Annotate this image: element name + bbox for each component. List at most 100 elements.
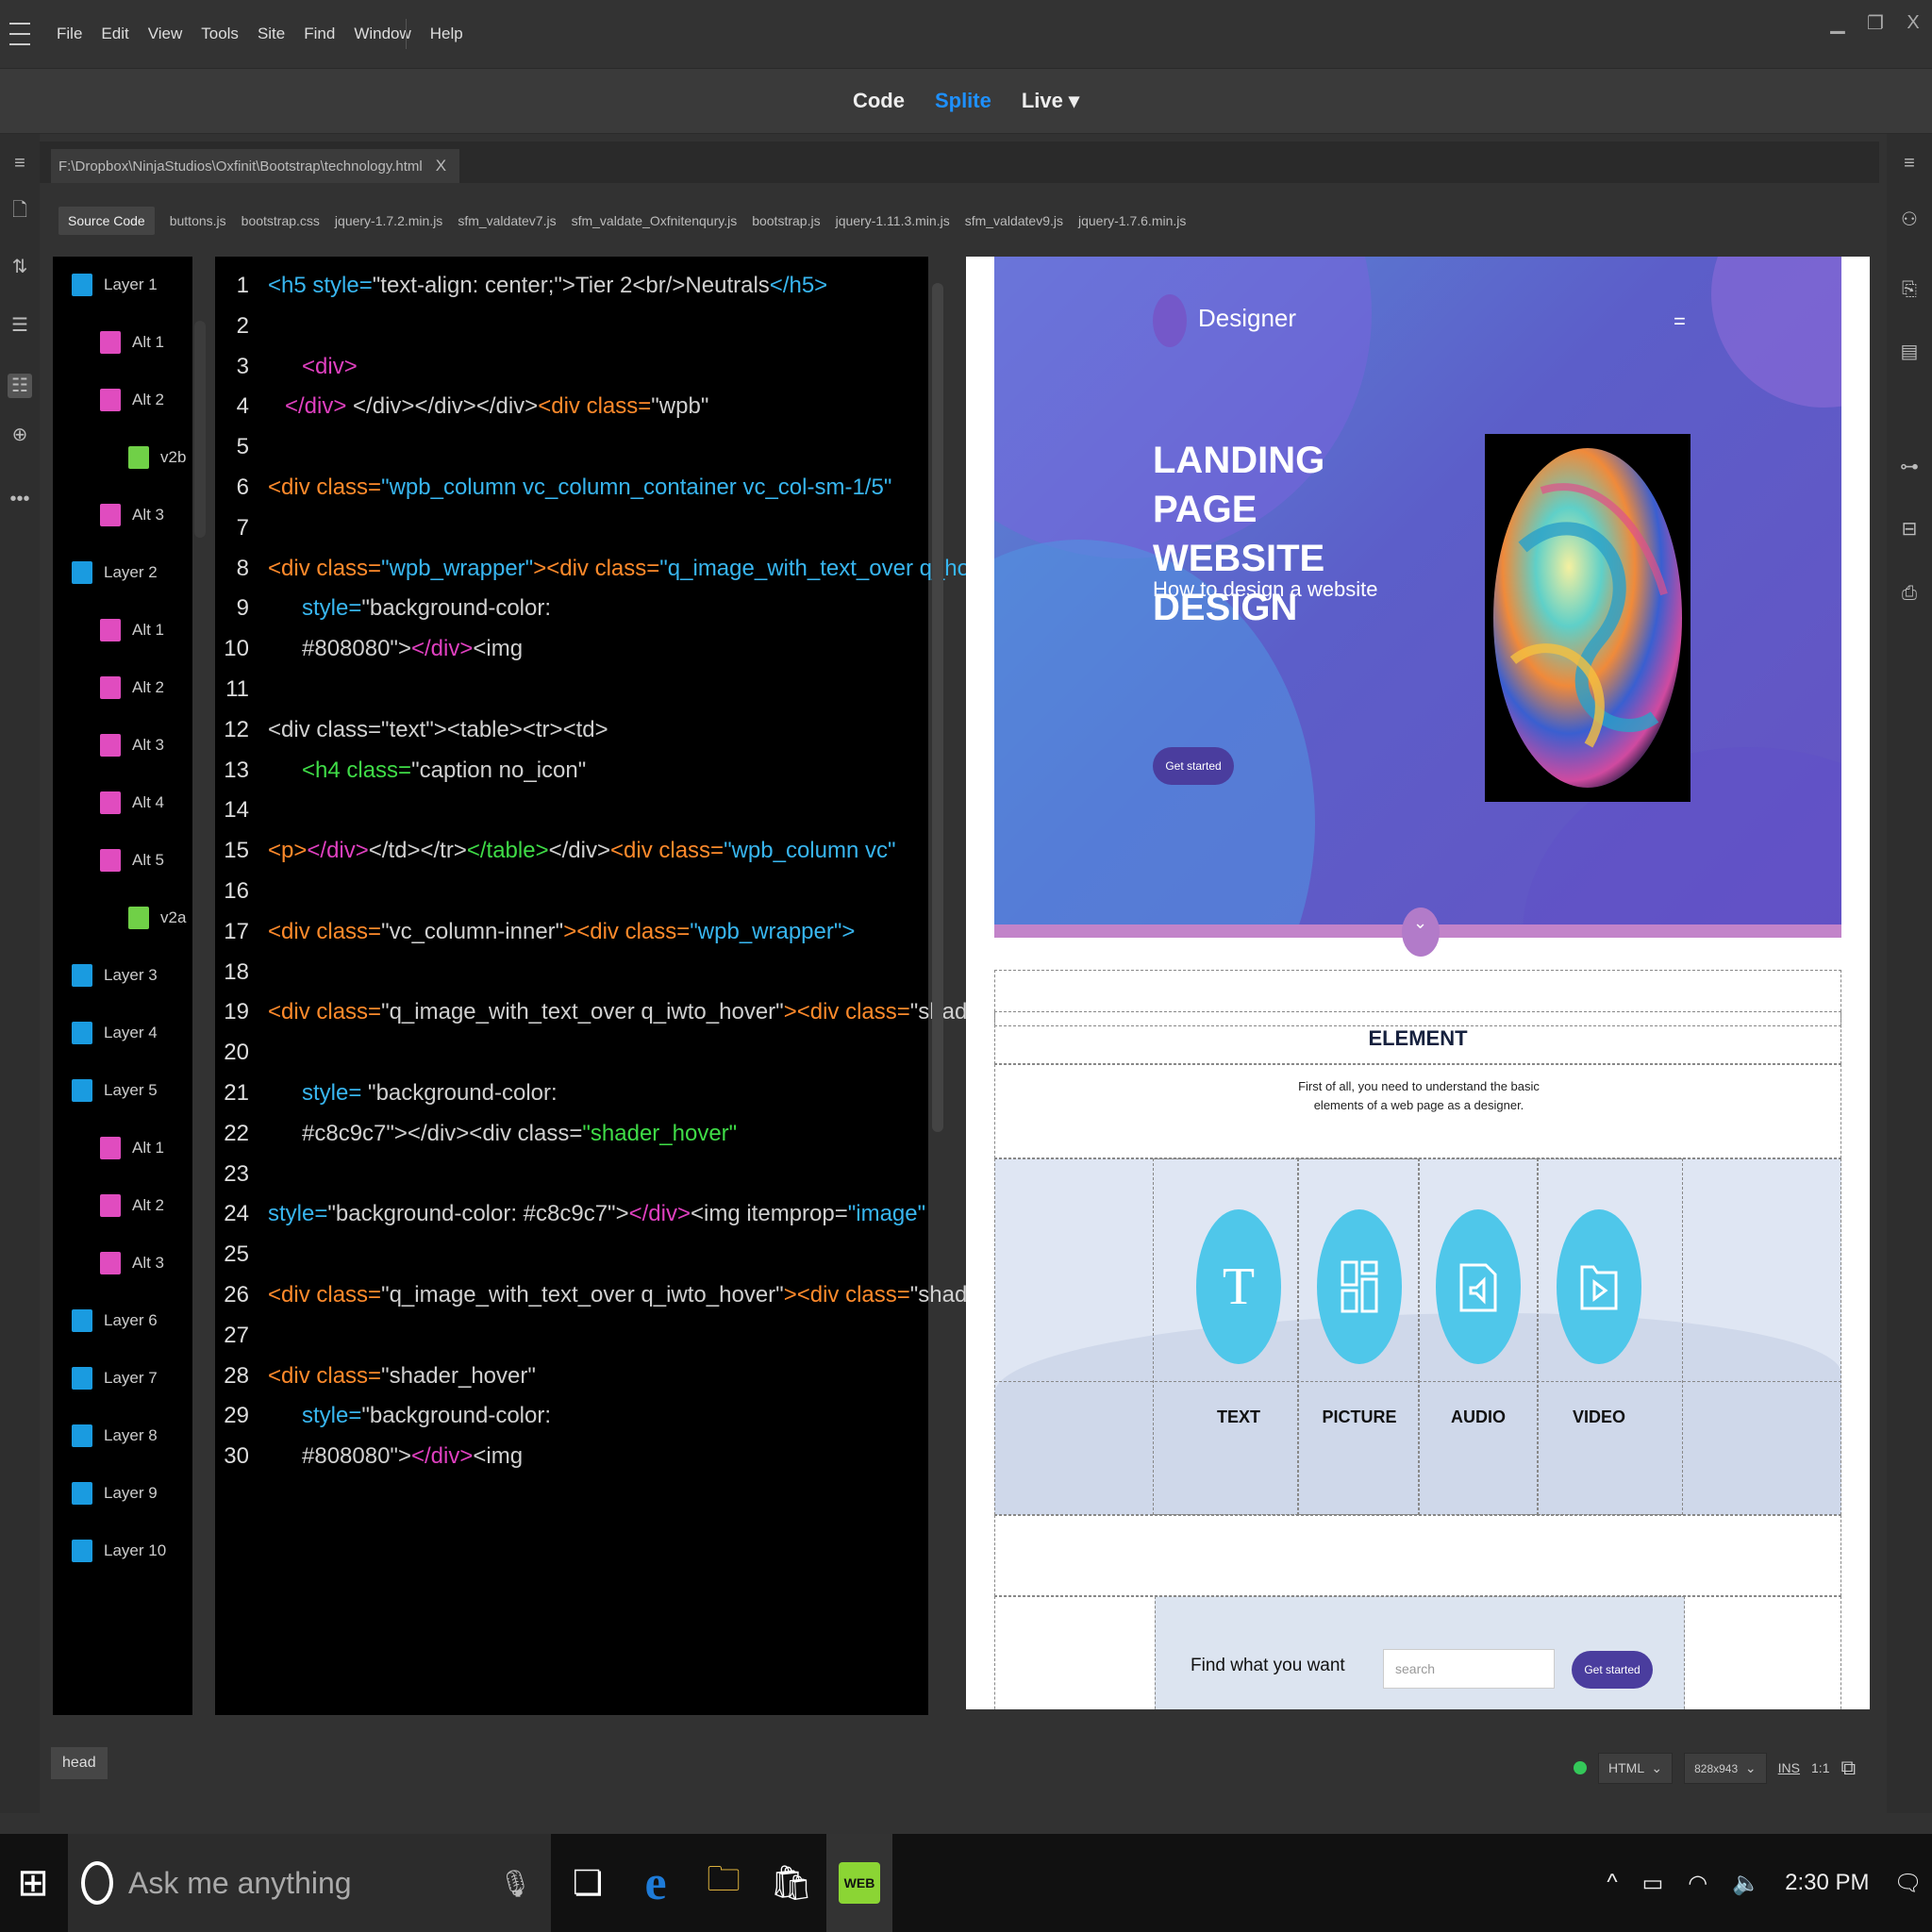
related-file-tab[interactable]: sfm_valdatev7.js xyxy=(458,213,556,228)
code-line[interactable]: 27 xyxy=(215,1316,913,1356)
clock[interactable]: 2:30 PM xyxy=(1785,1870,1869,1896)
layer-item[interactable]: Alt 4 xyxy=(100,791,164,814)
layer-item[interactable]: v2a xyxy=(128,907,186,929)
taskbar-search[interactable]: Ask me anything 🎙 xyxy=(68,1834,551,1932)
code-line[interactable]: 20 xyxy=(215,1033,913,1073)
transfer-icon[interactable]: ⇅ xyxy=(8,255,32,279)
layer-item[interactable]: Alt 2 xyxy=(100,1194,164,1217)
code-line[interactable]: 8 <div class="wpb_wrapper"><div class="q_… xyxy=(215,549,1009,589)
related-file-tab[interactable]: jquery-1.7.6.min.js xyxy=(1078,213,1186,228)
layer-item[interactable]: Layer 1 xyxy=(72,274,158,296)
code-line[interactable]: 4 </div> </div></div></div><div class="wp… xyxy=(215,387,913,426)
insert-mode[interactable]: INS xyxy=(1778,1760,1800,1775)
search-input[interactable]: search xyxy=(1383,1649,1555,1689)
code-line[interactable]: 10 #808080"></div><img xyxy=(215,629,913,669)
more-icon[interactable]: ••• xyxy=(8,489,32,513)
restore-icon[interactable]: ❐ xyxy=(1857,0,1894,45)
menu-help[interactable]: Help xyxy=(421,25,473,43)
layer-item[interactable]: Alt 5 xyxy=(100,849,164,872)
cortana-icon[interactable] xyxy=(81,1861,113,1905)
layer-item[interactable]: v2b xyxy=(128,446,186,469)
web-app-icon[interactable]: WEB xyxy=(826,1834,892,1932)
close-window-button[interactable]: X xyxy=(1894,0,1932,45)
layer-item[interactable]: Alt 1 xyxy=(100,619,164,641)
related-file-tab[interactable]: sfm_valdate_Oxfnitenqury.js xyxy=(572,213,738,228)
code-line[interactable]: 7 xyxy=(215,508,913,548)
tag-selector-head[interactable]: head xyxy=(51,1747,108,1779)
find-get-started-button[interactable]: Get started xyxy=(1572,1651,1653,1689)
related-file-tab[interactable]: sfm_valdatev9.js xyxy=(965,213,1063,228)
related-file-tab[interactable]: bootstrap.css xyxy=(242,213,320,228)
layer-item[interactable]: Layer 7 xyxy=(72,1367,158,1390)
site-menu-icon[interactable]: = xyxy=(1674,309,1686,334)
layers-scrollbar[interactable] xyxy=(194,321,206,538)
layer-item[interactable]: Alt 3 xyxy=(100,734,164,757)
close-tab-icon[interactable]: X xyxy=(436,157,446,175)
code-view-button[interactable]: Code xyxy=(853,89,905,113)
code-line[interactable]: 5 xyxy=(215,427,913,467)
code-line[interactable]: 28 <div class="shader_hover" xyxy=(215,1357,913,1396)
sitemap-icon[interactable]: ⚇ xyxy=(1896,208,1923,234)
layer-item[interactable]: Alt 2 xyxy=(100,389,164,411)
microphone-icon[interactable]: 🎙 xyxy=(498,1868,532,1899)
document-tab[interactable]: F:\Dropbox\NinjaStudios\Oxfinit\Bootstra… xyxy=(51,149,460,183)
hamburger-menu-icon[interactable] xyxy=(9,23,30,47)
layer-item[interactable]: Alt 1 xyxy=(100,1137,164,1159)
code-line[interactable]: 12 <div class="text"><table><tr><td> xyxy=(215,710,913,750)
code-scrollbar[interactable] xyxy=(932,283,943,1132)
code-line[interactable]: 21 style= "background-color: xyxy=(215,1074,913,1113)
audio-element-button[interactable] xyxy=(1436,1209,1521,1364)
briefcase-icon[interactable]: ⊟ xyxy=(1896,517,1923,543)
code-line[interactable]: 9 style="background-color: xyxy=(215,589,913,628)
code-line[interactable]: 11 xyxy=(215,670,913,709)
scroll-handle-icon[interactable]: ≡ xyxy=(1896,153,1923,179)
import-icon[interactable]: ⎘ xyxy=(1896,279,1923,306)
related-file-tab[interactable]: bootstrap.js xyxy=(752,213,820,228)
menu-tools[interactable]: Tools xyxy=(192,25,248,43)
hierarchy-icon[interactable]: ⊶ xyxy=(1896,455,1923,481)
target-icon[interactable]: ⊕ xyxy=(8,423,32,447)
menu-file[interactable]: File xyxy=(47,25,92,43)
windows-start-icon[interactable]: ⊞ xyxy=(0,1834,66,1932)
wifi-icon[interactable]: ◠ xyxy=(1688,1870,1707,1897)
split-view-button[interactable]: Splite xyxy=(935,89,991,113)
text-element-button[interactable]: T xyxy=(1196,1209,1281,1364)
minimize-icon[interactable]: ▁ xyxy=(1819,0,1857,45)
brand-logo[interactable] xyxy=(1153,294,1187,347)
layer-item[interactable]: Layer 2 xyxy=(72,561,158,584)
dom-tree-icon[interactable]: ☷ xyxy=(8,374,32,398)
size-select[interactable]: 828x943 ⌄ xyxy=(1684,1752,1767,1784)
scroll-handle-icon[interactable]: ≡ xyxy=(8,153,32,177)
code-line[interactable]: 19 <div class="q_image_with_text_over q_i… xyxy=(215,992,995,1032)
layer-item[interactable]: Layer 3 xyxy=(72,964,158,987)
volume-icon[interactable]: 🔈 xyxy=(1732,1870,1760,1897)
battery-icon[interactable]: ▭ xyxy=(1642,1870,1664,1897)
menu-site[interactable]: Site xyxy=(248,25,294,43)
layer-item[interactable]: Layer 6 xyxy=(72,1309,158,1332)
chevron-up-icon[interactable]: ^ xyxy=(1607,1870,1617,1896)
code-line[interactable]: 17 <div class="vc_column-inner"><div clas… xyxy=(215,912,913,952)
code-line[interactable]: 23 xyxy=(215,1155,913,1194)
menu-window[interactable]: Window xyxy=(344,25,420,43)
layer-item[interactable]: Layer 5 xyxy=(72,1079,158,1102)
code-line[interactable]: 13 <h4 class="caption no_icon" xyxy=(215,751,913,791)
layer-item[interactable]: Alt 3 xyxy=(100,1252,164,1274)
new-file-icon[interactable]: 🗋 xyxy=(8,196,32,221)
code-line[interactable]: 3 <div> xyxy=(215,347,913,387)
menu-edit[interactable]: Edit xyxy=(92,25,138,43)
brand-name[interactable]: Designer xyxy=(1198,304,1296,333)
menu-find[interactable]: Find xyxy=(294,25,344,43)
layer-item[interactable]: Layer 10 xyxy=(72,1540,166,1562)
layer-item[interactable]: Layer 8 xyxy=(72,1424,158,1447)
task-view-icon[interactable]: ❏ xyxy=(555,1834,621,1932)
code-line[interactable]: 6 <div class="wpb_column vc_column_contai… xyxy=(215,468,913,508)
related-file-tab[interactable]: buttons.js xyxy=(170,213,226,228)
video-element-button[interactable] xyxy=(1557,1209,1641,1364)
layer-item[interactable]: Alt 2 xyxy=(100,676,164,699)
code-line[interactable]: 22 #c8c9c7"></div><div class="shader_hove… xyxy=(215,1114,913,1154)
live-view-dropdown[interactable]: Live ▾ xyxy=(1022,89,1079,113)
language-select[interactable]: HTML ⌄ xyxy=(1598,1752,1674,1784)
menu-view[interactable]: View xyxy=(139,25,192,43)
layer-item[interactable]: Layer 4 xyxy=(72,1022,158,1044)
related-file-tab[interactable]: jquery-1.11.3.min.js xyxy=(836,213,950,228)
